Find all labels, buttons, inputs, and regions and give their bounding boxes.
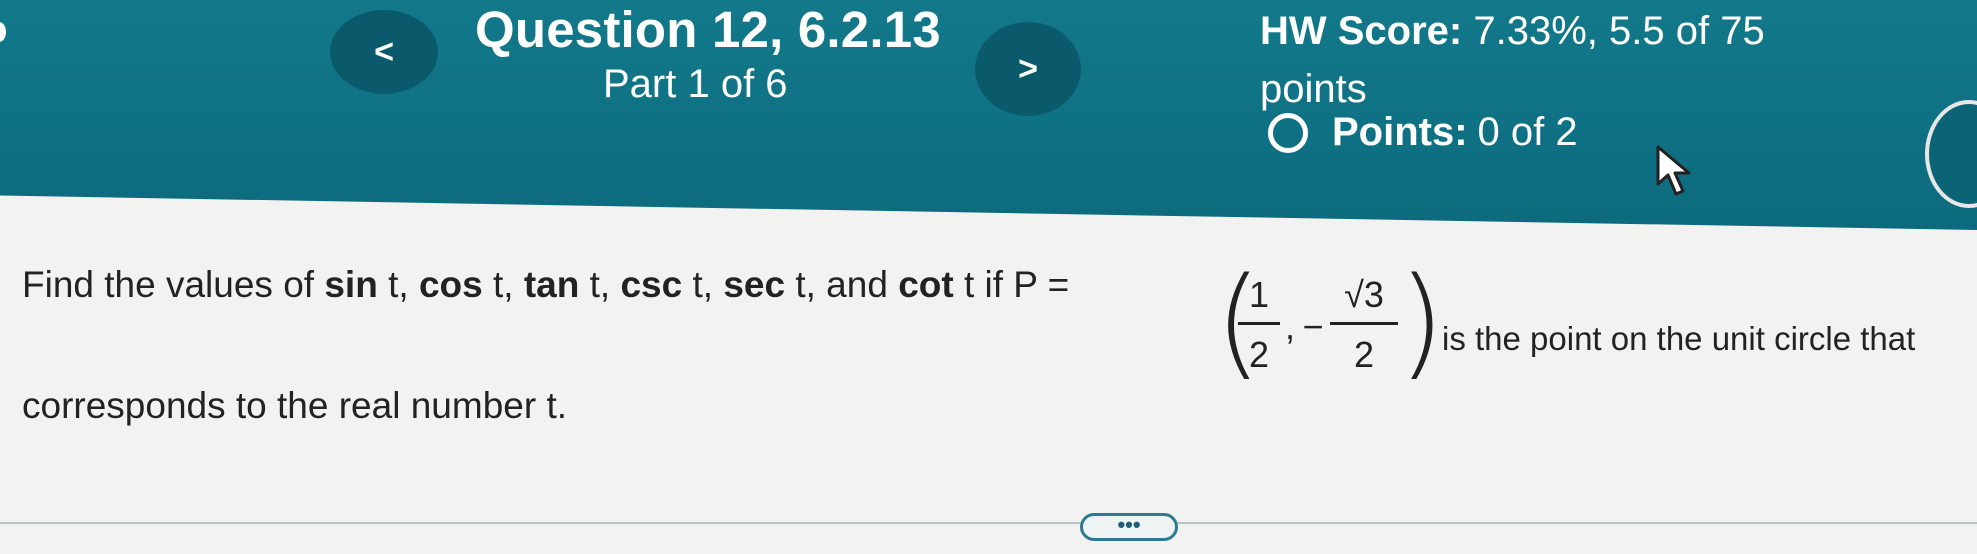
func-cos: cos — [418, 264, 483, 305]
next-question-button[interactable]: > — [975, 22, 1081, 116]
x-denominator: 2 — [1248, 334, 1270, 375]
points-label: Points: — [1332, 110, 1468, 154]
comma: , — [1284, 306, 1295, 347]
part-label: Part 1 of 6 — [603, 62, 788, 106]
var-t: t — [388, 264, 399, 305]
y-denominator: 2 — [1353, 334, 1375, 375]
y-numerator: √3 — [1344, 274, 1384, 315]
points-value: 0 of 2 — [1477, 110, 1578, 154]
question-title: Question 12, 6.2.13 — [475, 1, 941, 58]
status-circle-icon — [1268, 112, 1308, 153]
var-t: t — [963, 264, 975, 305]
mouse-cursor-icon — [1656, 145, 1691, 196]
func-sec: sec — [723, 264, 786, 305]
chevron-left-icon: < — [374, 32, 394, 71]
var-t: t — [692, 264, 703, 305]
y-sign: − — [1302, 306, 1324, 347]
hw-score-label: HW Score: — [1260, 9, 1463, 53]
x-numerator: 1 — [1248, 274, 1270, 315]
func-sin: sin — [324, 264, 378, 305]
divider — [0, 522, 1977, 524]
y-fraction-bar — [1330, 322, 1398, 325]
var-t: t — [589, 264, 600, 305]
more-options-button[interactable]: ••• — [1080, 513, 1178, 541]
points-status: Points: 0 of 2 — [1268, 110, 1578, 155]
chevron-right-icon: > — [1018, 49, 1038, 88]
prompt-tail: is the point on the unit circle that — [1442, 320, 1916, 357]
previous-question-button[interactable]: < — [330, 10, 438, 94]
prompt-line-2: corresponds to the real number t. — [22, 385, 568, 426]
x-fraction-bar — [1238, 322, 1280, 325]
right-paren: ) — [1398, 253, 1445, 392]
prompt-if-p: if P = — [984, 264, 1070, 305]
var-t: t — [795, 264, 806, 305]
func-tan: tan — [523, 264, 580, 305]
func-csc: csc — [620, 264, 683, 305]
var-t: t — [492, 264, 504, 305]
hw-score: HW Score: 7.33%, 5.5 of 75 points — [1260, 2, 1820, 118]
func-cot: cot — [898, 264, 954, 305]
prompt-and: and — [826, 264, 888, 305]
prompt-find: Find the values of — [22, 264, 315, 305]
question-prompt: Find the values of sin t, cos t, tan t, … — [22, 264, 1070, 305]
